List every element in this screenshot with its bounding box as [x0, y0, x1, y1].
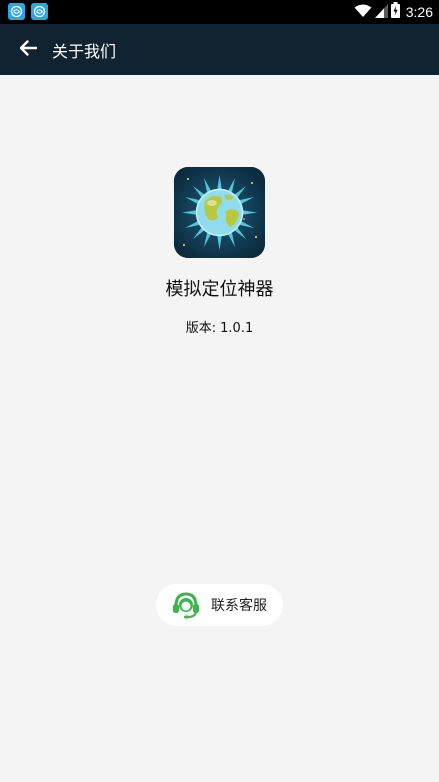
contact-support-label: 联系客服 [211, 598, 267, 614]
globe-app-logo [174, 167, 265, 258]
page-title: 关于我们 [52, 41, 117, 61]
notification-area [8, 3, 48, 20]
contact-support-button[interactable]: 联系客服 [156, 584, 283, 626]
wifi-icon [354, 3, 372, 22]
version-value: 1.0.1 [220, 321, 254, 336]
app-notification-icon [31, 3, 48, 20]
signal-icon [374, 3, 388, 22]
arrow-left-icon [18, 38, 38, 62]
battery-icon [390, 2, 400, 22]
back-button[interactable] [14, 36, 42, 64]
app-version: 版本: 1.0.1 [0, 317, 439, 336]
status-time: 3:26 [405, 4, 433, 20]
headset-icon [171, 590, 201, 620]
app-name: 模拟定位神器 [165, 279, 274, 300]
system-status-area: 3:26 [354, 0, 433, 24]
status-bar: 3:26 [0, 0, 439, 24]
app-bar: 关于我们 [0, 24, 439, 75]
version-label: 版本: [185, 321, 217, 336]
app-notification-icon [8, 3, 25, 20]
